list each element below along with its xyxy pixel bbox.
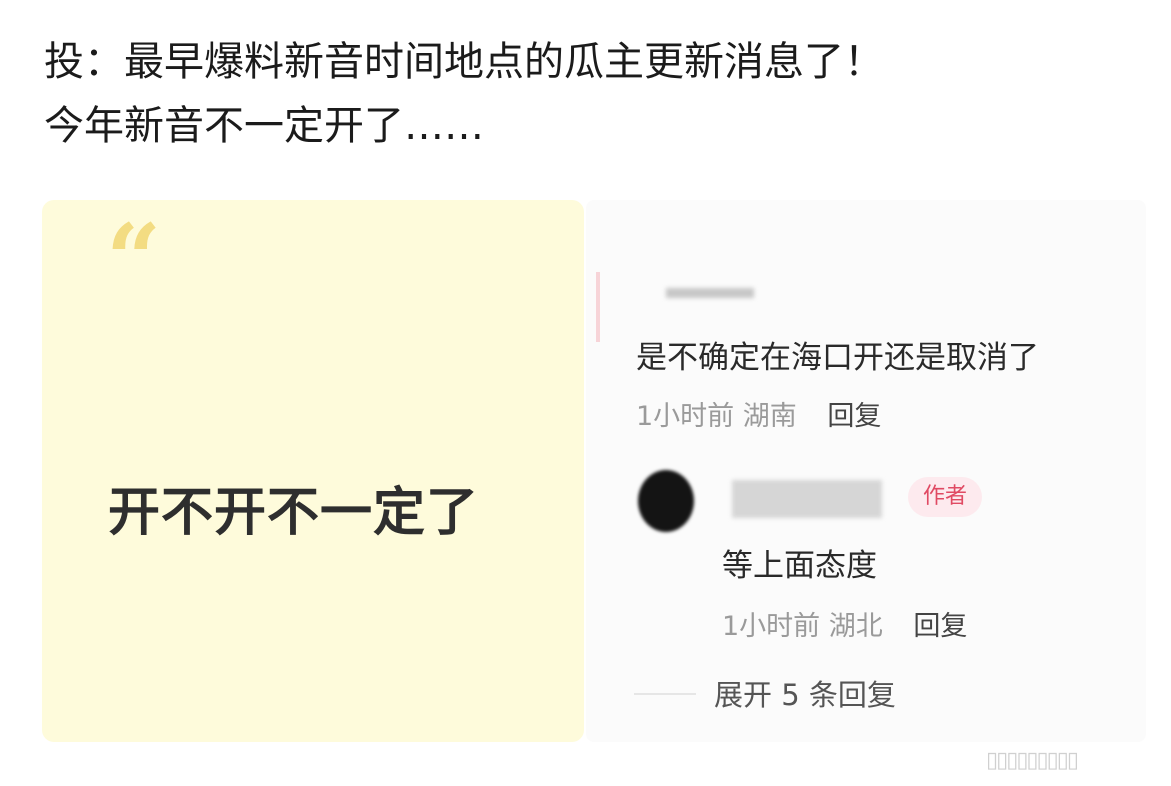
reply-meta: 1小时前 湖北 回复: [722, 604, 967, 643]
reply-location: 湖北: [828, 611, 883, 642]
post-line-1: 投：最早爆料新音时间地点的瓜主更新消息了！: [44, 39, 884, 85]
author-badge: 作者: [908, 477, 982, 517]
comment-text: 是不确定在海口开还是取消了: [636, 340, 1039, 376]
avatar[interactable]: [638, 470, 694, 532]
expand-replies-button[interactable]: 展开 5 条回复: [714, 672, 896, 714]
comment-time: 1小时前: [636, 401, 735, 432]
expand-divider: [634, 693, 696, 695]
note-text: 开不开不一定了: [108, 483, 480, 543]
comments-screenshot: 是不确定在海口开还是取消了 1小时前 湖南 回复 作者 等上面态度 1小时前 湖…: [586, 200, 1146, 742]
reply-text: 等上面态度: [722, 548, 877, 584]
blurred-username: [732, 480, 882, 518]
accent-edge: [596, 272, 600, 342]
reply-time: 1小时前: [722, 611, 821, 642]
reply-button[interactable]: 回复: [913, 611, 967, 642]
watermark: ▯▯▯▯▯▯▯▯▯: [986, 748, 1079, 773]
blurred-username: [666, 288, 754, 298]
quote-mark-icon: “: [106, 203, 162, 316]
comment-location: 湖南: [742, 401, 797, 432]
reply-button[interactable]: 回复: [827, 401, 881, 432]
note-card-image: “ 开不开不一定了: [42, 200, 584, 742]
post-text: 投：最早爆料新音时间地点的瓜主更新消息了！ 今年新音不一定开了……: [44, 30, 1134, 158]
comment-meta: 1小时前 湖南 回复: [636, 394, 881, 433]
post-line-2: 今年新音不一定开了……: [44, 103, 484, 149]
